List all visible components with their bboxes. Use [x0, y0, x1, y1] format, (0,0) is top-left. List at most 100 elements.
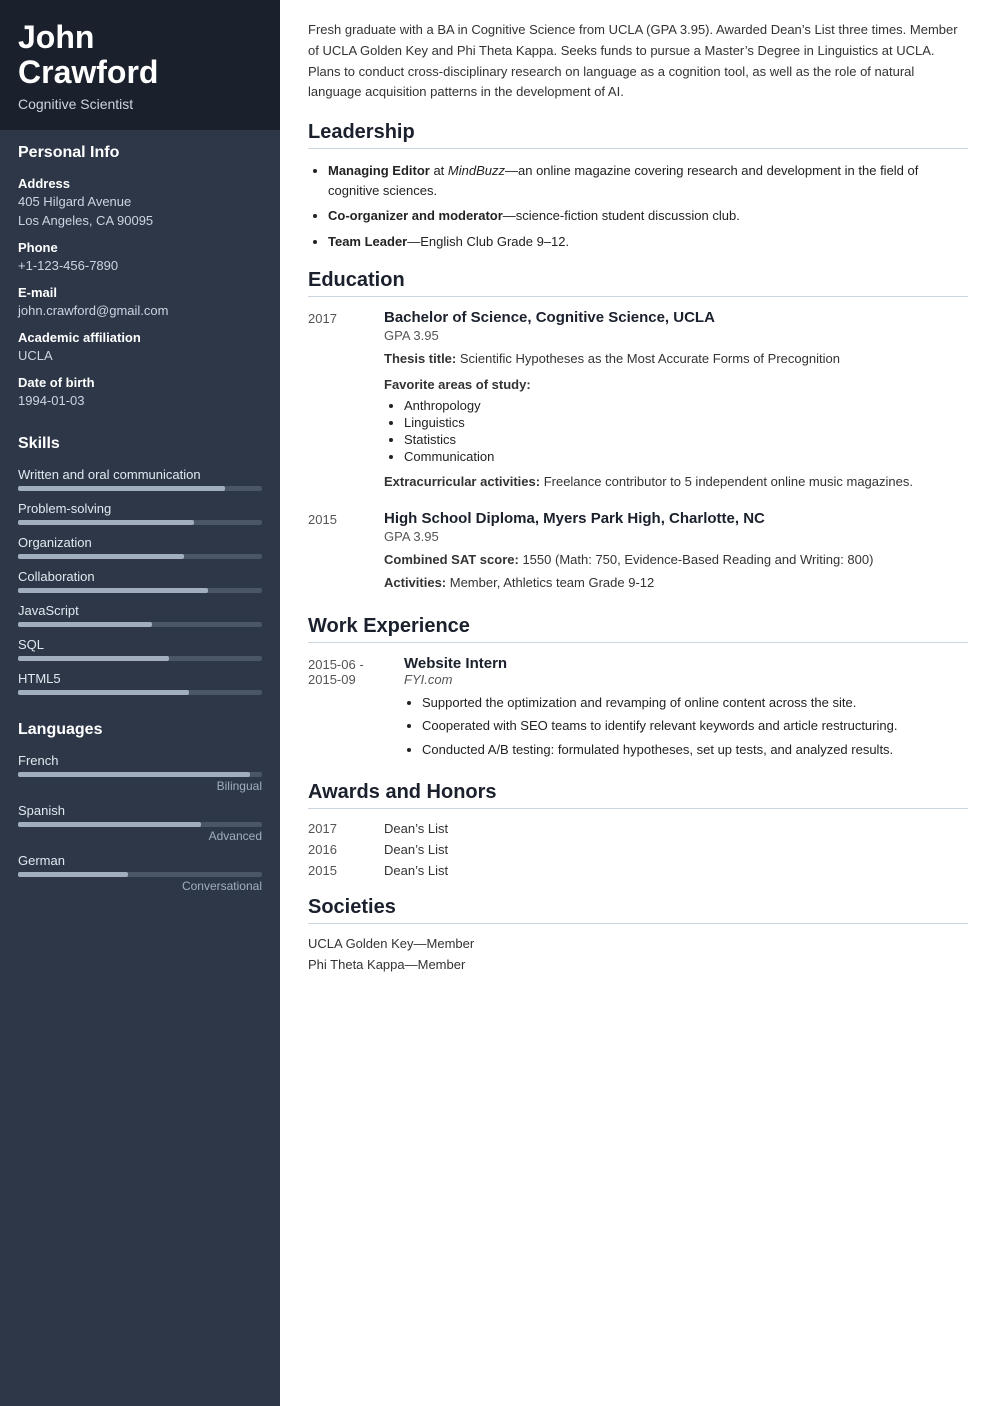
education-content: Bachelor of Science, Cognitive Science, … — [384, 309, 968, 496]
skill-bar-bg — [18, 486, 262, 491]
work-section: Work Experience 2015-06 - 2015-09Website… — [308, 615, 968, 764]
language-name: French — [18, 753, 262, 768]
education-thesis: Thesis title: Scientific Hypotheses as t… — [384, 349, 968, 369]
skill-item: SQL — [18, 637, 262, 661]
skill-name: Organization — [18, 535, 262, 550]
skill-bar-fill — [18, 622, 152, 627]
sidebar: John Crawford Cognitive Scientist Person… — [0, 0, 280, 1406]
education-activities: Activities: Member, Athletics team Grade… — [384, 573, 968, 593]
language-bar-bg — [18, 772, 262, 777]
work-content: Website InternFYI.comSupported the optim… — [404, 655, 968, 764]
skill-item: JavaScript — [18, 603, 262, 627]
candidate-name: John Crawford — [18, 20, 262, 90]
education-section: Education 2017Bachelor of Science, Cogni… — [308, 269, 968, 597]
education-row: 2017 Bachelor of Science, Cognitive Scien… — [308, 309, 968, 496]
award-year: 2015 — [308, 863, 368, 878]
education-list: 2017 Bachelor of Science, Cognitive Scien… — [308, 309, 968, 597]
language-item: Spanish Advanced — [18, 803, 262, 843]
education-year: 2017 — [308, 309, 368, 496]
skills-title: Skills — [18, 435, 262, 457]
skills-section: Skills Written and oral communication Pro… — [0, 421, 280, 707]
dob-label: Date of birth — [18, 375, 262, 390]
language-bar-bg — [18, 872, 262, 877]
skill-name: Collaboration — [18, 569, 262, 584]
languages-title: Languages — [18, 721, 262, 743]
skill-bar-bg — [18, 622, 262, 627]
work-bullet: Supported the optimization and revamping… — [422, 693, 968, 713]
phone-label: Phone — [18, 240, 262, 255]
award-row: 2016 Dean’s List — [308, 842, 968, 857]
societies-list: UCLA Golden Key—Member Phi Theta Kappa—Me… — [308, 936, 968, 972]
skill-name: Written and oral communication — [18, 467, 262, 482]
award-row: 2017Dean’s List — [308, 821, 968, 836]
award-year: 2017 — [308, 821, 368, 836]
candidate-title: Cognitive Scientist — [18, 96, 262, 112]
work-title: Work Experience — [308, 615, 968, 643]
skill-name: Problem-solving — [18, 501, 262, 516]
address-label: Address — [18, 176, 262, 191]
skill-bar-fill — [18, 554, 184, 559]
work-bullet: Cooperated with SEO teams to identify re… — [422, 716, 968, 736]
skill-bar-bg — [18, 690, 262, 695]
work-dates: 2015-06 - 2015-09 — [308, 655, 388, 764]
affiliation-value: UCLA — [18, 347, 262, 365]
work-title: Website Intern — [404, 655, 968, 672]
languages-section: Languages French Bilingual Spanish Advanced… — [0, 707, 280, 903]
leadership-section: Leadership Managing Editor at MindBuzz—a… — [308, 121, 968, 251]
affiliation-label: Academic affiliation — [18, 330, 262, 345]
education-sat: Combined SAT score: 1550 (Math: 750, Evi… — [384, 550, 968, 570]
leadership-list: Managing Editor at MindBuzz—an online ma… — [328, 161, 968, 251]
skill-bar-bg — [18, 656, 262, 661]
society-item: UCLA Golden Key—Member — [308, 936, 968, 951]
skill-item: Problem-solving — [18, 501, 262, 525]
skill-item: HTML5 — [18, 671, 262, 695]
language-level: Advanced — [18, 829, 262, 843]
award-row: 2015Dean’s List — [308, 863, 968, 878]
sidebar-header: John Crawford Cognitive Scientist — [0, 0, 280, 130]
leadership-title: Leadership — [308, 121, 968, 149]
email-value: john.crawford@gmail.com — [18, 302, 262, 320]
language-item: French Bilingual — [18, 753, 262, 793]
education-gpa: GPA 3.95 — [384, 328, 968, 343]
skills-list: Written and oral communication Problem-so… — [18, 467, 262, 695]
language-bar-bg — [18, 822, 262, 827]
award-name: Dean’s List — [384, 842, 448, 857]
skill-bar-fill — [18, 486, 225, 491]
education-area-item: Communication — [404, 449, 968, 464]
work-list: 2015-06 - 2015-09Website InternFYI.comSu… — [308, 655, 968, 764]
email-label: E-mail — [18, 285, 262, 300]
skill-bar-fill — [18, 690, 189, 695]
skill-item: Written and oral communication — [18, 467, 262, 491]
leadership-item: Managing Editor at MindBuzz—an online ma… — [328, 161, 968, 200]
awards-title: Awards and Honors — [308, 781, 968, 809]
education-area-item: Anthropology — [404, 398, 968, 413]
society-item: Phi Theta Kappa—Member — [308, 957, 968, 972]
education-degree: Bachelor of Science, Cognitive Science, … — [384, 309, 968, 326]
language-name: German — [18, 853, 262, 868]
language-item: GermanConversational — [18, 853, 262, 893]
skill-bar-bg — [18, 520, 262, 525]
education-year: 2015 — [308, 510, 368, 597]
education-area-item: Linguistics — [404, 415, 968, 430]
language-level: Bilingual — [18, 779, 262, 793]
skill-item: Collaboration — [18, 569, 262, 593]
societies-section: Societies UCLA Golden Key—MemberPhi Thet… — [308, 896, 968, 972]
address-line1: 405 Hilgard Avenue — [18, 193, 262, 211]
leadership-item: Team Leader—English Club Grade 9–12. — [328, 232, 968, 252]
personal-info-title: Personal Info — [18, 144, 262, 166]
skill-bar-fill — [18, 520, 194, 525]
skill-bar-bg — [18, 554, 262, 559]
languages-list: French Bilingual Spanish Advanced GermanConv… — [18, 753, 262, 893]
award-year: 2016 — [308, 842, 368, 857]
work-row: 2015-06 - 2015-09Website InternFYI.comSu… — [308, 655, 968, 764]
skill-bar-bg — [18, 588, 262, 593]
skill-name: HTML5 — [18, 671, 262, 686]
main-content: Fresh graduate with a BA in Cognitive Sc… — [280, 0, 996, 1406]
dob-value: 1994-01-03 — [18, 392, 262, 410]
awards-section: Awards and Honors 2017Dean’s List 2016 Dea… — [308, 781, 968, 878]
skill-name: JavaScript — [18, 603, 262, 618]
education-row: 2015High School Diploma, Myers Park High… — [308, 510, 968, 597]
language-name: Spanish — [18, 803, 262, 818]
skill-name: SQL — [18, 637, 262, 652]
language-bar-fill — [18, 822, 201, 827]
